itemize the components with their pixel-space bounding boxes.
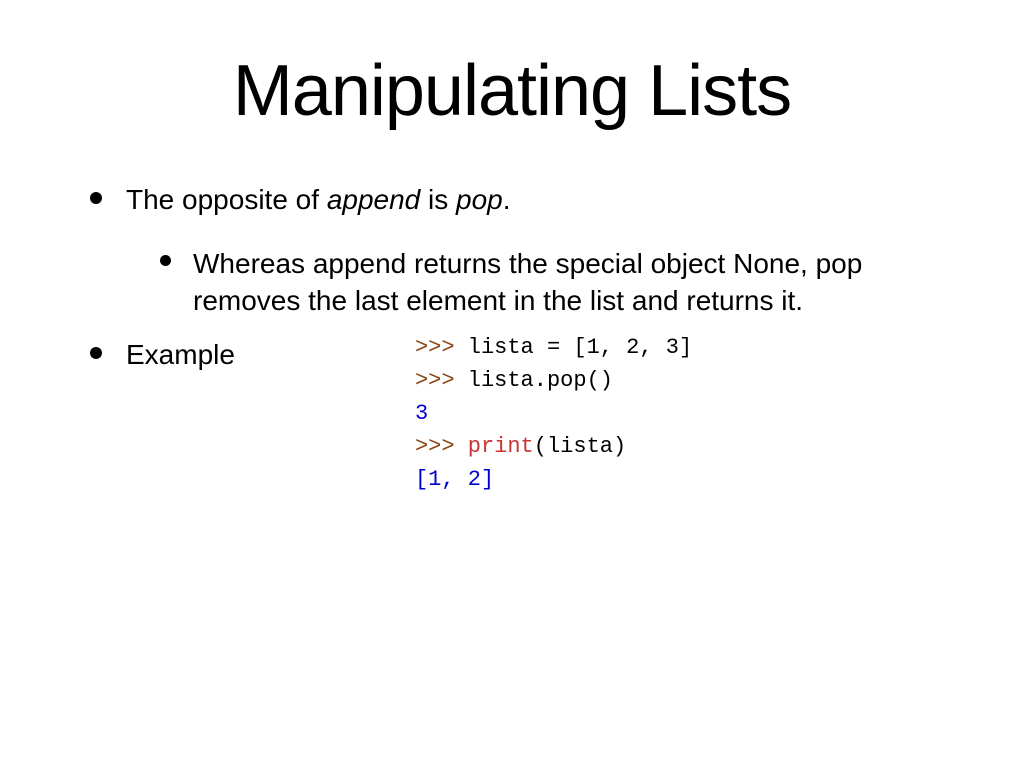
code-text: (lista) [534,434,626,459]
text-segment: . [503,184,511,215]
code-func: print [468,434,534,459]
slide-title: Manipulating Lists [60,50,964,132]
code-text: lista = [1, 2, 3] [468,335,692,360]
text-segment: is [420,184,456,215]
output-list: [1, 2] [415,467,494,492]
bullet-text-1: The opposite of append is pop. [126,182,511,218]
italic-word-pop: pop [456,184,503,215]
repl-prompt: >>> [415,434,468,459]
code-line-4: >>> print(lista) [415,430,692,463]
output-number: 3 [415,401,428,426]
code-line-2: >>> lista.pop() [415,364,692,397]
repl-prompt: >>> [415,368,468,393]
code-line-3: 3 [415,397,692,430]
bullet-item-1: The opposite of append is pop. [90,182,964,218]
bullet-dot-icon [90,192,102,204]
text-segment: The opposite of [126,184,327,215]
code-text: lista.pop() [468,368,613,393]
bullet-item-1-sub: Whereas append returns the special objec… [160,246,964,319]
code-line-1: >>> lista = [1, 2, 3] [415,331,692,364]
code-line-5: [1, 2] [415,463,692,496]
repl-prompt: >>> [415,335,468,360]
bullet-text-1-sub: Whereas append returns the special objec… [193,246,964,319]
bullet-dot-icon [90,347,102,359]
bullet-dot-icon [160,255,171,266]
italic-word-append: append [327,184,420,215]
slide: Manipulating Lists The opposite of appen… [0,0,1024,554]
code-example: >>> lista = [1, 2, 3] >>> lista.pop() 3 … [415,331,692,496]
bullet-item-2: Example >>> lista = [1, 2, 3] >>> lista.… [90,337,964,496]
bullet-text-2: Example [126,337,235,373]
